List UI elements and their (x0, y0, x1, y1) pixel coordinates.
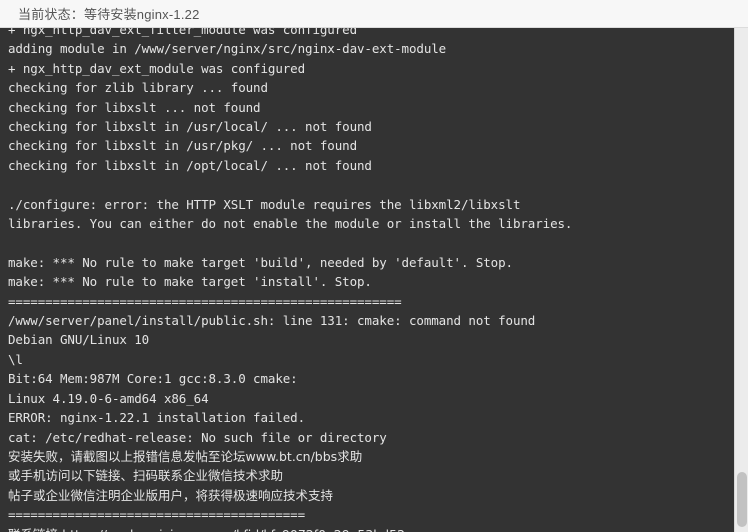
terminal-line: Debian GNU/Linux 10 (8, 332, 150, 348)
terminal-line: make: *** No rule to make target 'instal… (8, 274, 372, 290)
terminal-line: /www/server/panel/install/public.sh: lin… (8, 313, 536, 329)
terminal-line: Bit:64 Mem:987M Core:1 gcc:8.3.0 cmake: (8, 371, 298, 387)
terminal-line: adding module in /www/server/nginx/src/n… (8, 41, 447, 57)
terminal-line: + ngx_http_dav_ext_module was configured (8, 60, 306, 76)
terminal-line: cat: /etc/redhat-release: No such file o… (8, 429, 387, 445)
status-header-bar: 当前状态：等待安装nginx-1.22 (0, 0, 748, 28)
terminal-line: ========================================… (8, 293, 402, 309)
terminal-output-log[interactable]: + ngx_http_dav_ext_filter_module was con… (0, 28, 734, 532)
terminal-line: + ngx_http_dav_ext_filter_module was con… (8, 28, 358, 37)
scrollbar-thumb[interactable] (737, 471, 747, 527)
terminal-line: 或手机访问以下链接、扫码联系企业微信技术求助 (8, 468, 284, 484)
terminal-line: ERROR: nginx-1.22.1 installation failed. (8, 410, 306, 426)
terminal-line: Linux 4.19.0-6-amd64 x86_64 (8, 390, 209, 406)
terminal-line: make: *** No rule to make target 'build'… (8, 254, 513, 270)
terminal-line: ======================================== (8, 507, 306, 523)
terminal-line: 联系链接:https://work.weixin.qq.com/kfid/kfc… (8, 525, 734, 532)
install-status-window: 当前状态：等待安装nginx-1.22 + ngx_http_dav_ext_f… (0, 0, 748, 532)
terminal-line: checking for libxslt in /usr/local/ ... … (8, 119, 372, 135)
terminal-line: checking for zlib library ... found (8, 80, 268, 96)
terminal-line: ./configure: error: the HTTP XSLT module… (8, 196, 521, 212)
terminal-line: checking for libxslt in /opt/local/ ... … (8, 157, 372, 173)
terminal-line: libraries. You can either do not enable … (8, 216, 573, 232)
terminal-line: 帖子或企业微信注明企业版用户，将获得极速响应技术支持 (8, 487, 334, 503)
terminal-line: \l (8, 351, 23, 367)
current-status-label: 当前状态：等待安装nginx-1.22 (18, 7, 200, 22)
terminal-line: checking for libxslt in /usr/pkg/ ... no… (8, 138, 358, 154)
terminal-line: checking for libxslt ... not found (8, 99, 261, 115)
terminal-vertical-scrollbar[interactable] (734, 28, 748, 532)
terminal-area: + ngx_http_dav_ext_filter_module was con… (0, 28, 748, 532)
terminal-line: 安装失败，请截图以上报错信息发帖至论坛www.bt.cn/bbs求助 (8, 448, 363, 464)
